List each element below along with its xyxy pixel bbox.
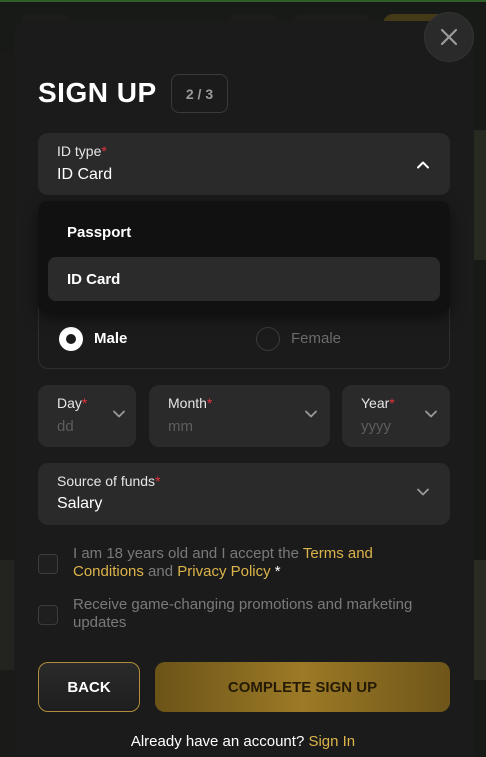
source-of-funds-label: Source of funds*	[57, 473, 161, 489]
promotions-checkbox[interactable]	[38, 605, 58, 625]
sign-in-prompt: Already have an account? Sign In	[130, 733, 356, 750]
dob-day-label: Day*	[57, 395, 88, 411]
chevron-down-icon	[425, 410, 437, 418]
terms-checkbox[interactable]	[38, 554, 58, 574]
background-banner	[0, 560, 14, 670]
dob-month-placeholder: mm	[168, 418, 193, 435]
background-banner	[472, 130, 486, 260]
id-type-value: ID Card	[57, 166, 113, 183]
promotions-text: Receive game-changing promotions and mar…	[73, 596, 413, 631]
back-button[interactable]: BACK	[38, 662, 140, 712]
dob-day-placeholder: dd	[57, 418, 74, 435]
source-of-funds-value: Salary	[57, 495, 103, 512]
chevron-down-icon	[305, 410, 317, 418]
id-type-option-id-card[interactable]: ID Card	[48, 257, 440, 301]
gender-female-label: Female	[291, 330, 342, 347]
dob-year-placeholder: yyyy	[361, 418, 391, 435]
close-button[interactable]	[424, 12, 474, 62]
chevron-down-icon	[417, 488, 429, 496]
privacy-link[interactable]: Privacy Policy	[177, 563, 270, 580]
id-type-option-passport[interactable]: Passport	[48, 210, 440, 254]
chevron-down-icon	[113, 410, 125, 418]
gender-male-label: Male	[94, 330, 128, 347]
gender-male-radio[interactable]	[59, 327, 83, 351]
background-banner	[472, 560, 486, 680]
sign-in-link[interactable]: Sign In	[308, 733, 355, 750]
dob-year-label: Year*	[361, 395, 395, 411]
chevron-up-icon	[417, 161, 429, 169]
id-type-dropdown: Passport ID Card	[38, 201, 450, 312]
dob-month-select[interactable]: Month* mm	[149, 385, 330, 447]
close-icon	[440, 28, 458, 46]
source-of-funds-select[interactable]: Source of funds* Salary	[38, 463, 450, 525]
dob-month-label: Month*	[168, 395, 213, 411]
complete-signup-button[interactable]: COMPLETE SIGN UP	[155, 662, 450, 712]
step-indicator: 2 / 3	[171, 74, 228, 113]
id-type-select[interactable]: ID type* ID Card	[38, 133, 450, 195]
page-title: SIGN UP	[38, 77, 157, 108]
terms-text: I am 18 years old and I accept the Terms…	[73, 545, 373, 580]
dob-year-select[interactable]: Year* yyyy	[342, 385, 450, 447]
gender-female-radio[interactable]	[256, 327, 280, 351]
dob-day-select[interactable]: Day* dd	[38, 385, 136, 447]
id-type-label: ID type*	[57, 143, 107, 159]
